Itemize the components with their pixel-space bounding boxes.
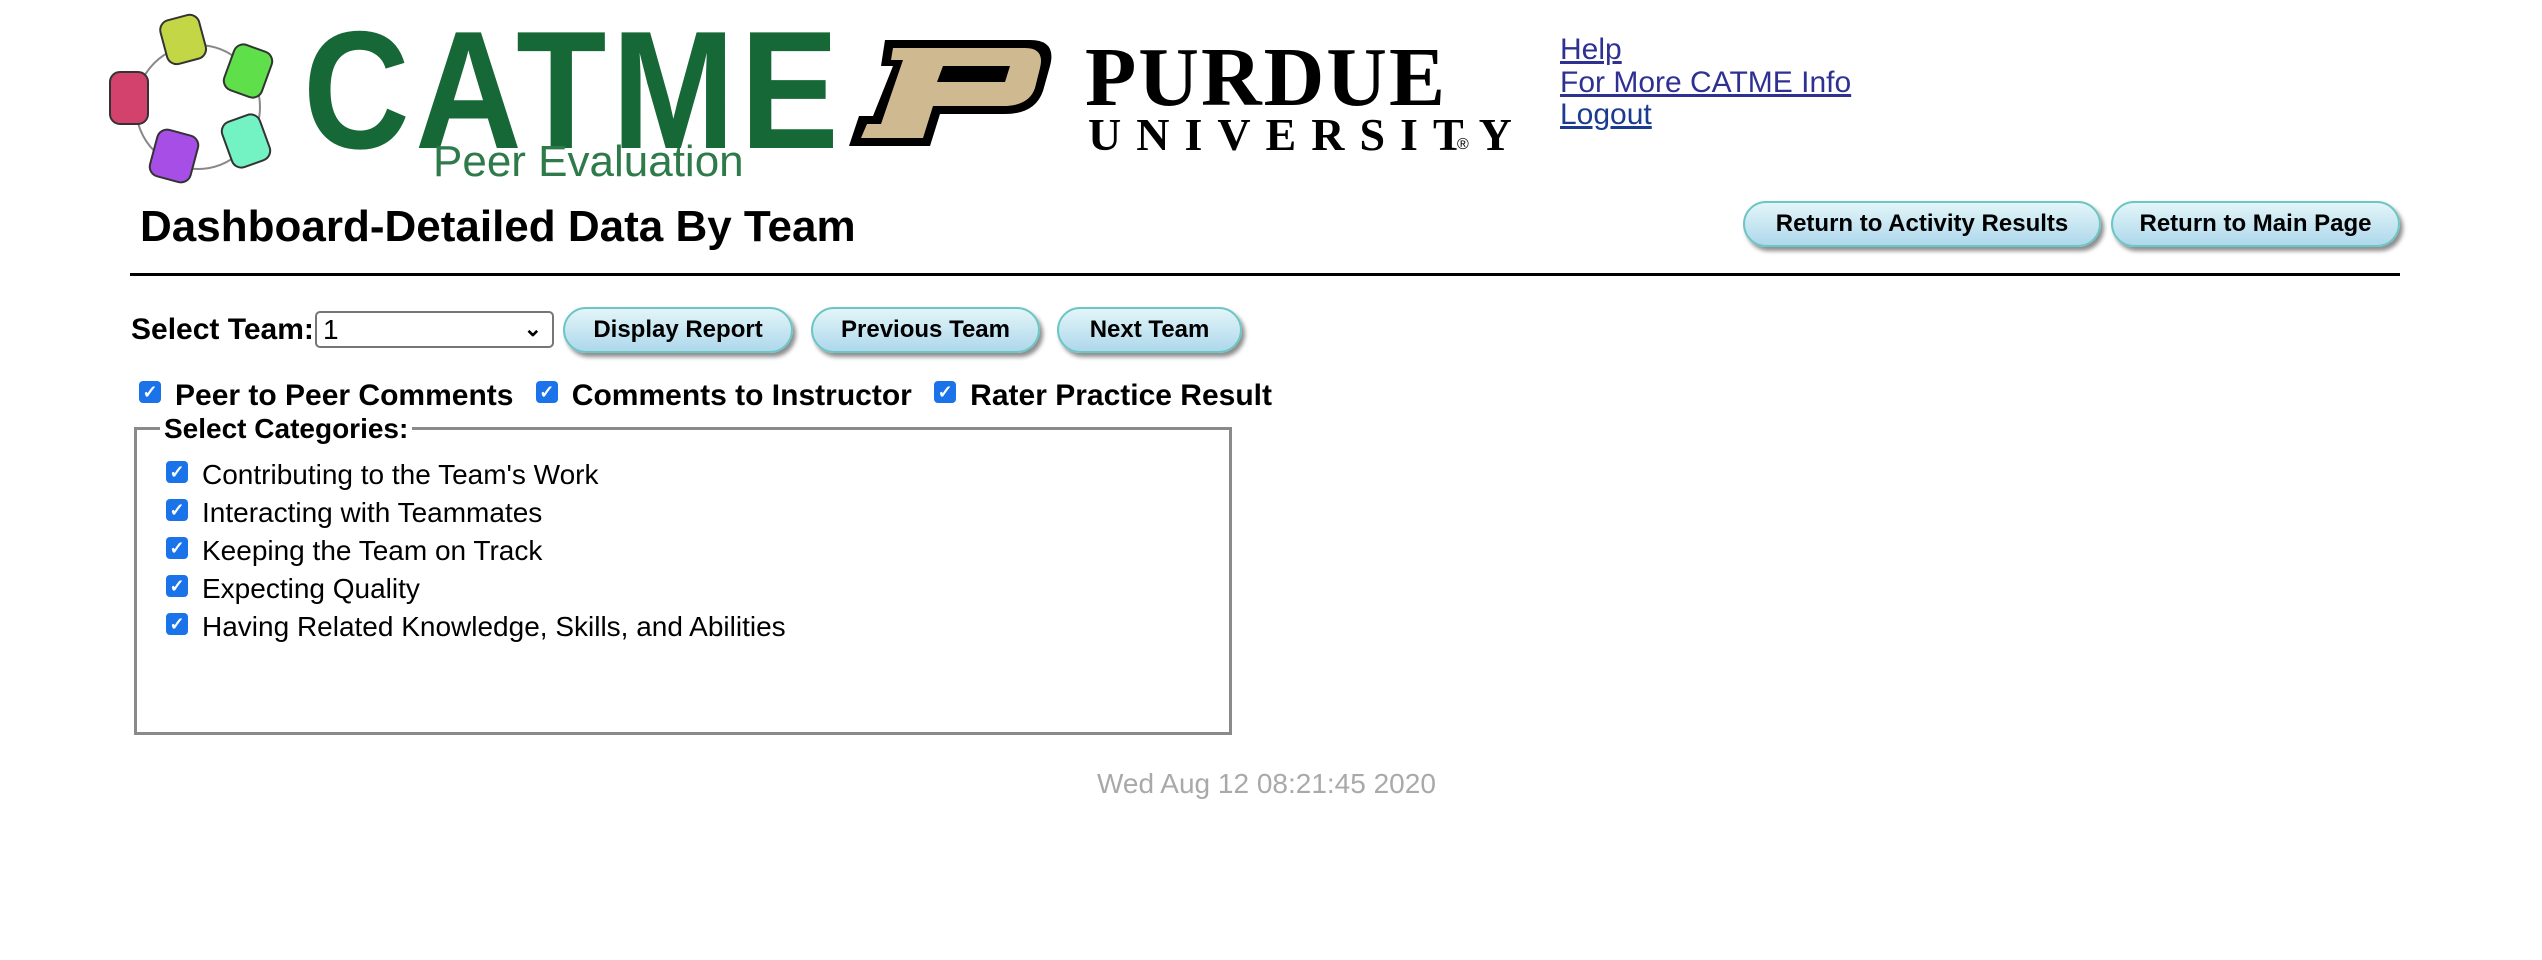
page-title: Dashboard-Detailed Data By Team xyxy=(140,202,856,251)
category-label: Expecting Quality xyxy=(202,573,420,604)
option-peer-to-peer-comments: ✓ Peer to Peer Comments xyxy=(139,379,513,413)
purdue-p-icon xyxy=(849,40,1052,146)
category-item: ✓ Having Related Knowledge, Skills, and A… xyxy=(166,611,786,649)
peer-comments-checkbox[interactable]: ✓ xyxy=(139,381,161,404)
category-checkbox[interactable]: ✓ xyxy=(166,612,188,635)
category-checkbox[interactable]: ✓ xyxy=(166,536,188,559)
timestamp: Wed Aug 12 08:21:45 2020 xyxy=(1097,768,1436,799)
category-checkbox[interactable]: ✓ xyxy=(166,574,188,597)
option-label: Rater Practice Result xyxy=(970,379,1272,412)
purdue-wordmark: PURDUE xyxy=(1085,31,1447,124)
chevron-down-icon: ⌄ xyxy=(523,316,542,341)
header-links: Help For More CATME Info Logout xyxy=(1560,33,1851,132)
option-comments-to-instructor: ✓ Comments to Instructor xyxy=(535,379,912,413)
purdue-logo: PURDUE UNIVERSITY ® xyxy=(845,31,1512,158)
category-label: Contributing to the Team's Work xyxy=(202,459,599,490)
catme-logo: CATME Peer Evaluation xyxy=(108,6,839,187)
category-item: ✓ Interacting with Teammates xyxy=(166,497,786,535)
next-team-button[interactable]: Next Team xyxy=(1057,307,1242,353)
category-item: ✓ Keeping the Team on Track xyxy=(166,535,786,573)
team-select[interactable]: 1 ⌄ xyxy=(315,311,554,348)
option-label: Comments to Instructor xyxy=(571,379,912,412)
logout-link[interactable]: Logout xyxy=(1560,98,1851,132)
option-rater-practice-result: ✓ Rater Practice Result xyxy=(934,379,1272,413)
select-team-label: Select Team: xyxy=(131,313,314,346)
header-divider xyxy=(130,273,2400,276)
category-label: Having Related Knowledge, Skills, and Ab… xyxy=(202,611,786,642)
option-label: Peer to Peer Comments xyxy=(175,379,514,412)
category-item: ✓ Expecting Quality xyxy=(166,573,786,611)
report-options: ✓ Peer to Peer Comments ✓ Comments to Inst… xyxy=(139,379,1286,413)
more-info-link[interactable]: For More CATME Info xyxy=(1560,66,1851,100)
instructor-comments-checkbox[interactable]: ✓ xyxy=(535,381,558,404)
help-link[interactable]: Help xyxy=(1560,33,1851,67)
rater-practice-checkbox[interactable]: ✓ xyxy=(934,381,957,404)
categories-legend: Select Categories: xyxy=(160,413,413,445)
return-to-main-page-button[interactable]: Return to Main Page xyxy=(2111,201,2400,247)
registered-mark: ® xyxy=(1457,136,1469,153)
catme-subtitle: Peer Evaluation xyxy=(433,137,744,186)
team-select-value: 1 xyxy=(323,313,339,345)
display-report-button[interactable]: Display Report xyxy=(563,307,793,353)
catme-team-circle-icon xyxy=(109,13,274,184)
return-to-activity-results-button[interactable]: Return to Activity Results xyxy=(1743,201,2101,247)
previous-team-button[interactable]: Previous Team xyxy=(811,307,1040,353)
category-checkbox[interactable]: ✓ xyxy=(166,460,188,483)
category-checkbox[interactable]: ✓ xyxy=(166,498,188,521)
category-label: Keeping the Team on Track xyxy=(202,535,543,566)
category-list: ✓ Contributing to the Team's Work ✓ Intera… xyxy=(166,459,786,649)
category-item: ✓ Contributing to the Team's Work xyxy=(166,459,786,497)
category-label: Interacting with Teammates xyxy=(202,497,543,528)
